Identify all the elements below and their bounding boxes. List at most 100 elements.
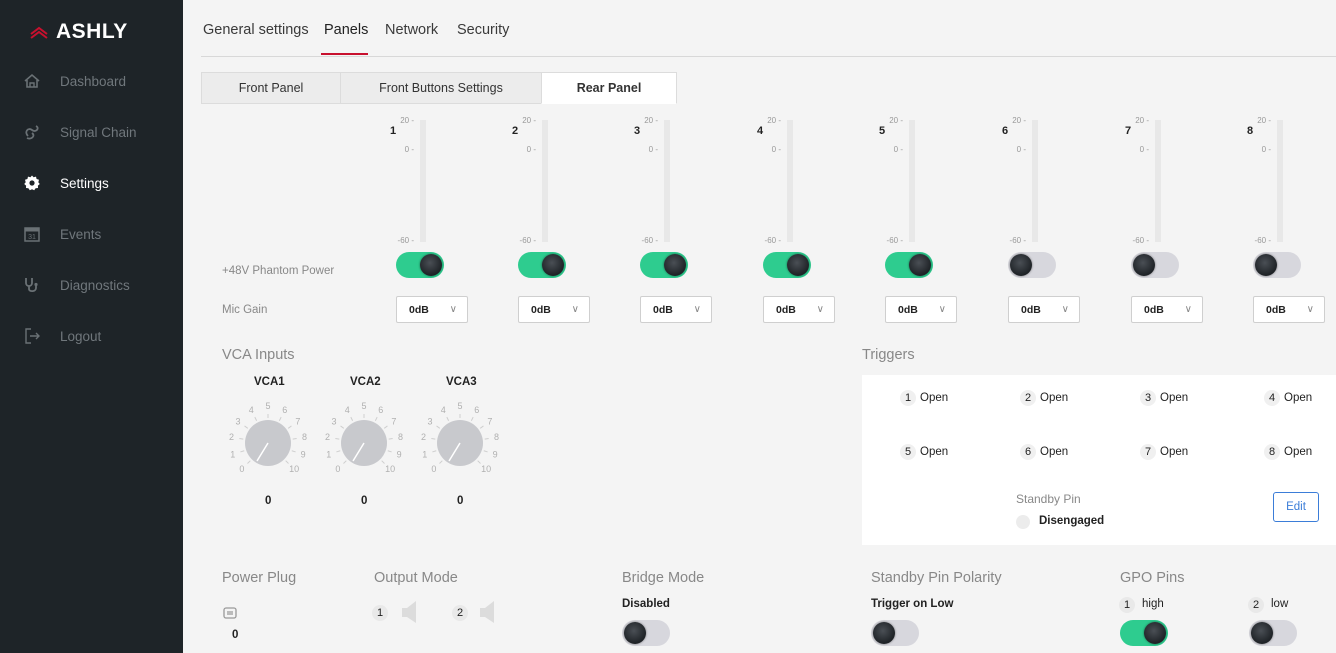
standby-pin-label: Standby Pin (1016, 492, 1081, 506)
knob-tick (247, 460, 251, 464)
sidebar-item-signal-chain[interactable]: Signal Chain (0, 114, 183, 150)
sidebar-item-diagnostics[interactable]: Diagnostics (0, 267, 183, 303)
mic-gain-select[interactable]: 0dB ∨ (396, 296, 468, 323)
home-icon (22, 71, 42, 91)
gear-icon (22, 173, 42, 193)
knob-scale-label: 6 (282, 405, 287, 415)
chevron-down-icon: ∨ (816, 304, 824, 315)
gpo-num-1: 1 (1119, 597, 1135, 613)
knob-tick (343, 460, 347, 464)
phantom-power-toggle[interactable] (518, 252, 566, 278)
phantom-power-label: +48V Phantom Power (222, 265, 335, 277)
vca-knob[interactable]: 0 1 2 3 4 5 6 7 8 9 10 (415, 398, 505, 488)
gpo-toggle-1[interactable] (1120, 620, 1168, 646)
sidebar-item-events[interactable]: 31 Events (0, 216, 183, 252)
sidebar-item-label: Diagnostics (60, 277, 130, 293)
knob-scale-label: 10 (481, 464, 491, 474)
knob-scale-label: 2 (229, 432, 234, 442)
knob-tick (292, 437, 297, 440)
gpo-pins-title: GPO Pins (1120, 570, 1185, 586)
output-mode-num-2: 2 (452, 605, 468, 621)
phantom-power-toggle[interactable] (763, 252, 811, 278)
knob-tick (374, 416, 378, 421)
knob-scale-label: 9 (301, 449, 306, 459)
vca-knob[interactable]: 0 1 2 3 4 5 6 7 8 9 10 (319, 398, 409, 488)
vca-label: VCA2 (350, 376, 381, 388)
toggle-knob (1251, 622, 1273, 644)
tab-rear-panel[interactable]: Rear Panel (541, 72, 677, 104)
trigger-state: Open (1040, 446, 1069, 458)
mic-gain-select[interactable]: 0dB ∨ (640, 296, 712, 323)
mic-gain-value: 0dB (776, 303, 796, 316)
knob-scale-label: 3 (428, 416, 433, 426)
knob-scale-label: 8 (494, 432, 499, 442)
meter-tick: -60 - (397, 236, 414, 245)
meter-tick: 20 - (767, 116, 781, 125)
mic-gain-select[interactable]: 0dB ∨ (1131, 296, 1203, 323)
knob-tick (336, 450, 341, 453)
knob-tick (470, 416, 474, 421)
tab-general-settings[interactable]: General settings (203, 22, 309, 38)
knob-scale-label: 4 (345, 405, 350, 415)
phantom-power-toggle[interactable] (640, 252, 688, 278)
sidebar-item-logout[interactable]: Logout (0, 318, 183, 354)
knob-scale-label: 5 (361, 401, 366, 411)
active-tab-indicator (321, 53, 368, 55)
knob-tick (239, 437, 244, 440)
chevron-down-icon: ∨ (1306, 304, 1314, 315)
ashly-logo[interactable]: ASHLY (30, 20, 128, 44)
power-plug-icon (222, 606, 238, 623)
mic-gain-select[interactable]: 0dB ∨ (518, 296, 590, 323)
knob-tick (388, 437, 393, 440)
tab-panels[interactable]: Panels (324, 22, 368, 38)
meter-tick: 0 - (526, 145, 536, 154)
bridge-mode-toggle[interactable] (622, 620, 670, 646)
mic-gain-select[interactable]: 0dB ∨ (1008, 296, 1080, 323)
meter-tick: -60 - (1009, 236, 1026, 245)
tab-front-panel[interactable]: Front Panel (201, 72, 341, 104)
knob-scale-label: 1 (230, 449, 235, 459)
tab-security[interactable]: Security (457, 22, 509, 38)
knob-tick (285, 460, 289, 464)
gpo-toggle-2[interactable] (1249, 620, 1297, 646)
speaker-icon[interactable] (400, 598, 422, 629)
mic-gain-value: 0dB (1021, 303, 1041, 316)
bridge-mode-title: Bridge Mode (622, 570, 705, 586)
sidebar-item-settings[interactable]: Settings (0, 165, 183, 201)
signal-chain-icon (22, 122, 42, 142)
edit-button[interactable]: Edit (1273, 492, 1319, 522)
standby-state: Disengaged (1039, 515, 1105, 527)
mic-gain-value: 0dB (409, 303, 429, 316)
meter-tick: 20 - (1012, 116, 1026, 125)
trigger-number: 4 (1264, 390, 1280, 406)
mic-gain-select[interactable]: 0dB ∨ (885, 296, 957, 323)
channel-number: 4 (756, 125, 764, 137)
phantom-power-toggle[interactable] (1253, 252, 1301, 278)
trigger-item: 6 Open (1020, 444, 1068, 460)
trigger-item: 1 Open (900, 390, 948, 406)
level-meter (1277, 120, 1283, 242)
speaker-icon[interactable] (478, 598, 500, 629)
channel-number: 1 (389, 125, 397, 137)
phantom-power-toggle[interactable] (1008, 252, 1056, 278)
meter-tick: 20 - (644, 116, 658, 125)
mic-gain-select[interactable]: 0dB ∨ (1253, 296, 1325, 323)
meter-tick: -60 - (764, 236, 781, 245)
phantom-power-toggle[interactable] (396, 252, 444, 278)
toggle-knob (1133, 254, 1155, 276)
sidebar-item-dashboard[interactable]: Dashboard (0, 63, 183, 99)
standby-polarity-toggle[interactable] (871, 620, 919, 646)
vca-knob[interactable]: 0 1 2 3 4 5 6 7 8 9 10 (223, 398, 313, 488)
toggle-knob (420, 254, 442, 276)
phantom-power-toggle[interactable] (1131, 252, 1179, 278)
trigger-number: 8 (1264, 444, 1280, 460)
knob-tick (484, 437, 489, 440)
tab-network[interactable]: Network (385, 22, 438, 38)
phantom-power-toggle[interactable] (885, 252, 933, 278)
mic-gain-select[interactable]: 0dB ∨ (763, 296, 835, 323)
calendar-icon: 31 (22, 224, 42, 244)
channel-number: 5 (878, 125, 886, 137)
knob-tick (254, 416, 258, 421)
tab-front-buttons-settings[interactable]: Front Buttons Settings (340, 72, 542, 104)
knob-tick (335, 437, 340, 440)
